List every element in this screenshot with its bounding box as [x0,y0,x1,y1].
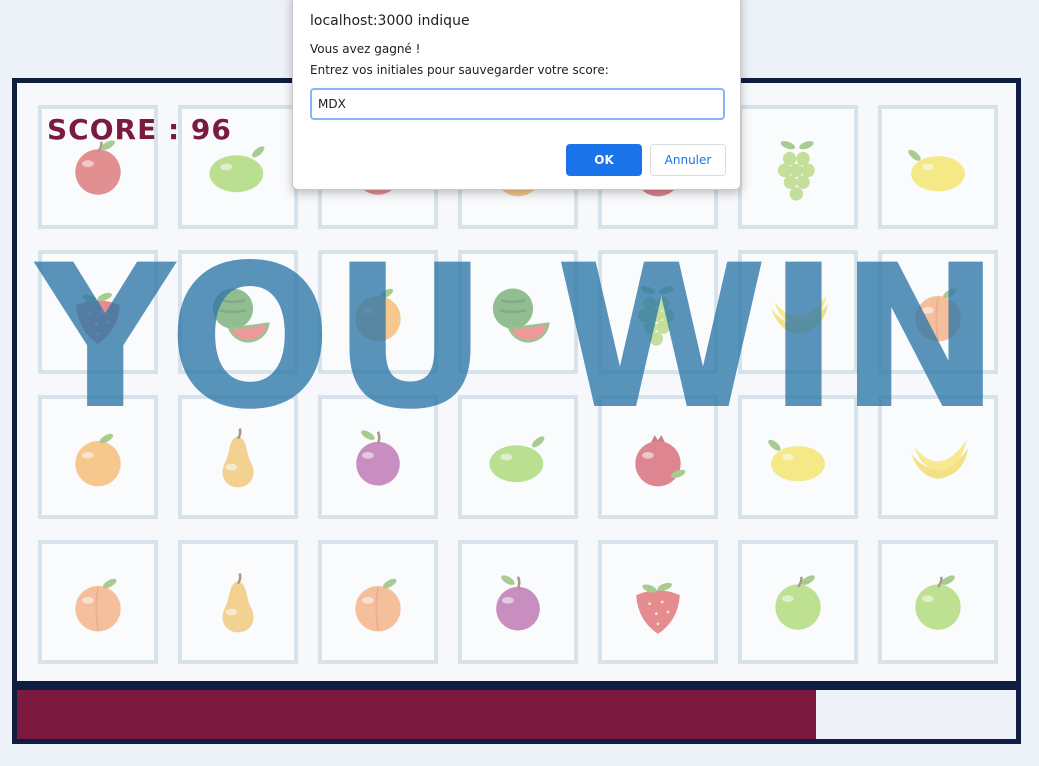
lemon-icon [908,149,965,192]
grapes-icon [777,141,815,201]
prompt-dialog: localhost:3000 indique Vous avez gagné !… [292,0,741,190]
fruit-card[interactable] [458,540,578,664]
fruit-card[interactable] [178,540,298,664]
cancel-button[interactable]: Annuler [650,144,726,176]
fruit-card[interactable] [878,105,998,229]
strawberry-icon [636,582,680,634]
dialog-message-line1: Vous avez gagné ! [310,42,421,56]
fruit-card[interactable] [38,540,158,664]
you-win-text: YOU WIN [34,228,1001,438]
pear-icon [222,573,254,633]
dialog-title: localhost:3000 indique [310,13,470,29]
peach-icon [355,578,401,632]
apple-green-icon [775,575,821,630]
score-display: SCORE : 96 [47,113,232,146]
ok-button[interactable]: OK [566,144,642,176]
timer-fill [17,690,817,739]
timer-bar [12,685,1021,744]
you-win-banner: YOU WIN [34,228,1001,438]
peach-icon [75,578,121,632]
fruit-card[interactable] [738,540,858,664]
plum-icon [496,575,540,631]
fruit-card[interactable] [878,540,998,664]
fruit-card[interactable] [318,540,438,664]
initials-input[interactable] [310,88,725,120]
apple-green-icon [915,575,961,630]
fruit-card[interactable] [598,540,718,664]
dialog-message-line2: Entrez vos initiales pour sauvegarder vo… [310,63,609,77]
fruit-card[interactable] [738,105,858,229]
